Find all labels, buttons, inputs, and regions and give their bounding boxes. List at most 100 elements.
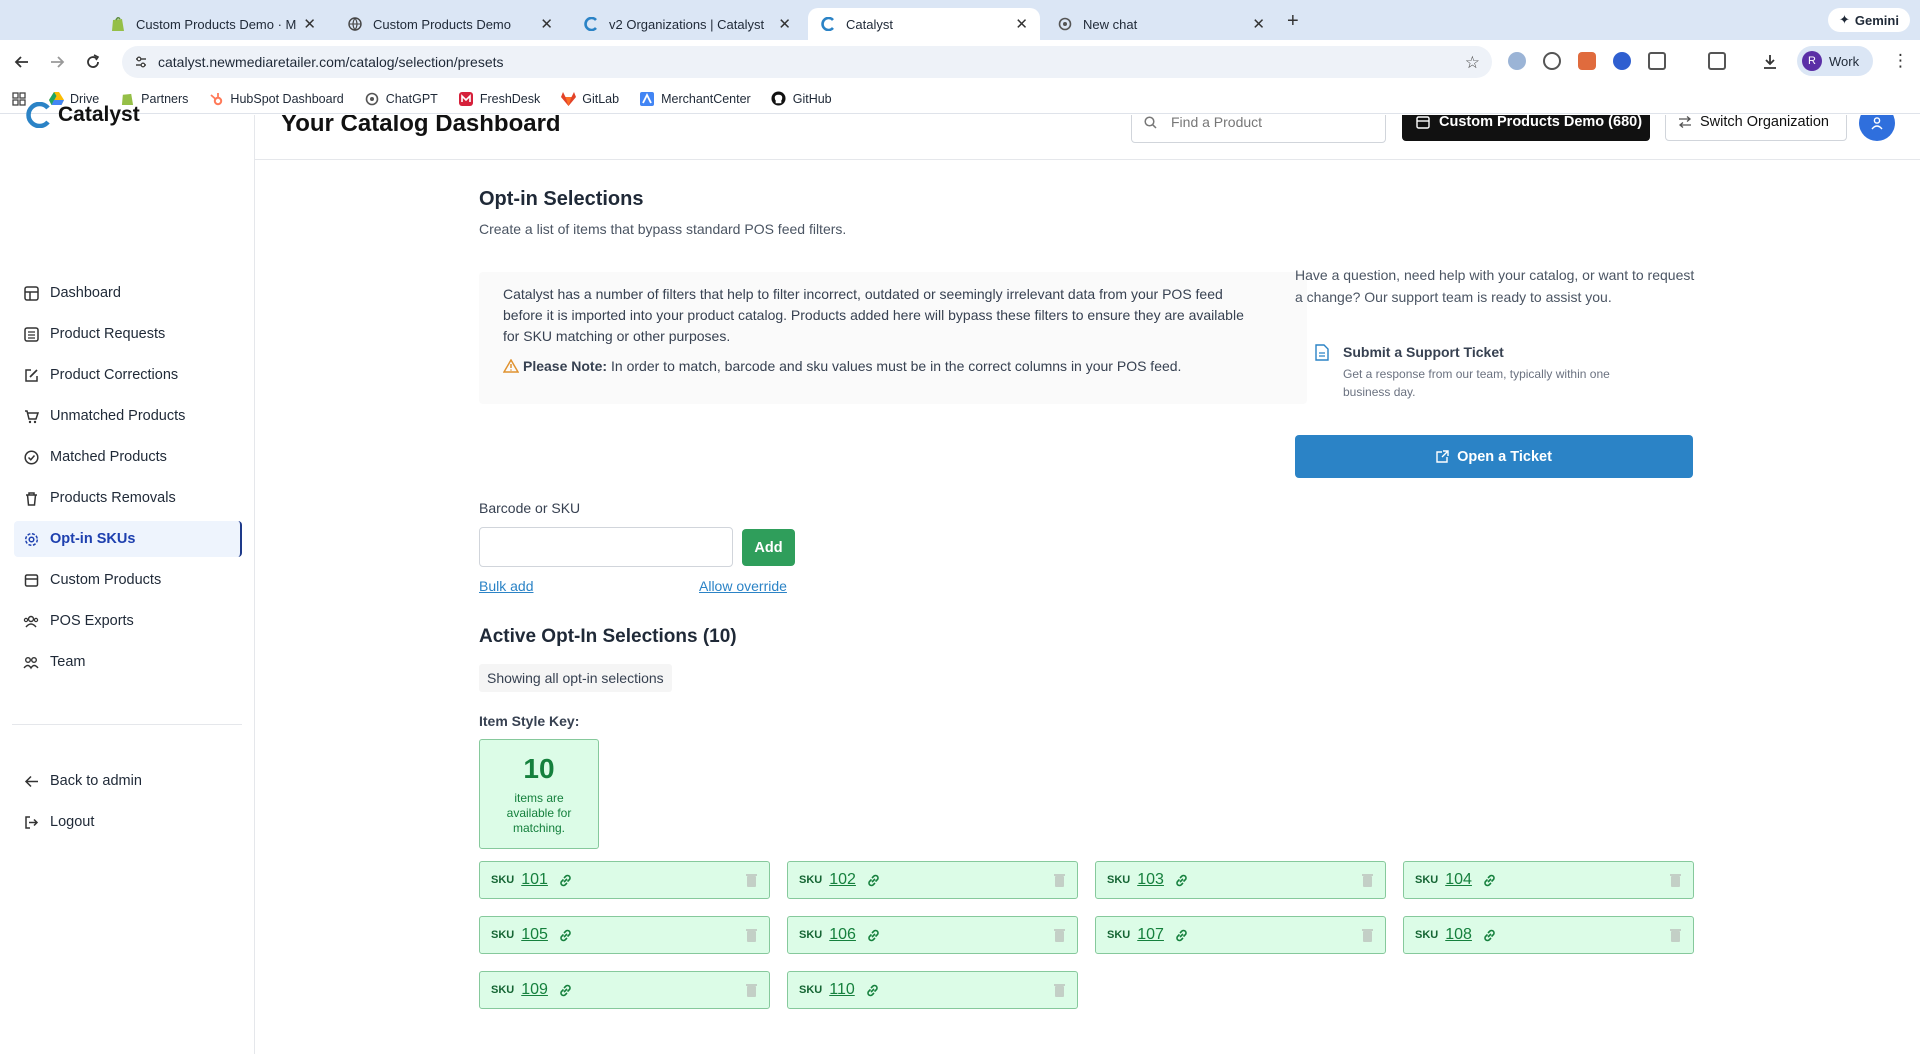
sku-link[interactable]: 106 (829, 926, 856, 944)
close-icon[interactable]: ✕ (1252, 15, 1265, 33)
extension-icon[interactable] (1578, 52, 1596, 70)
trash-icon[interactable] (1054, 873, 1065, 887)
site-settings-icon[interactable] (134, 55, 148, 69)
trash-icon[interactable] (746, 873, 757, 887)
back-to-admin-link[interactable]: Back to admin (14, 763, 242, 799)
bookmark-item[interactable]: ChatGPT (364, 91, 438, 107)
sidebar-item-products-removals[interactable]: Products Removals (14, 480, 242, 516)
sku-link[interactable]: 108 (1445, 926, 1472, 944)
logout-link[interactable]: Logout (14, 804, 242, 840)
sku-card: SKU 104 (1403, 861, 1694, 899)
sidebar-item-matched-products[interactable]: Matched Products (14, 439, 242, 475)
trash-icon[interactable] (1362, 873, 1373, 887)
sku-link[interactable]: 103 (1137, 871, 1164, 889)
trash-icon[interactable] (1054, 928, 1065, 942)
password-manager-icon[interactable] (1613, 52, 1631, 70)
app-logo[interactable]: Catalyst (26, 102, 140, 128)
link-icon[interactable] (558, 983, 573, 998)
open-ticket-button[interactable]: Open a Ticket (1295, 435, 1693, 478)
gemini-button[interactable]: ✦ Gemini (1828, 8, 1910, 32)
barcode-input[interactable] (479, 527, 733, 567)
sku-link[interactable]: 101 (521, 871, 548, 889)
close-icon[interactable]: ✕ (778, 15, 791, 33)
sidebar-item-team[interactable]: Team (14, 644, 242, 680)
filter-chip[interactable]: Showing all opt-in selections (479, 664, 672, 692)
close-icon[interactable]: ✕ (303, 15, 316, 33)
trash-icon[interactable] (746, 983, 757, 997)
link-icon[interactable] (1174, 873, 1189, 888)
forward-arrow-icon[interactable] (47, 52, 67, 72)
sidebar-item-product-corrections[interactable]: Product Corrections (14, 357, 242, 393)
product-search[interactable]: Find a Product (1131, 115, 1386, 143)
tab-search-icon[interactable] (1708, 52, 1726, 70)
download-icon[interactable] (1760, 52, 1780, 72)
address-bar[interactable]: catalyst.newmediaretailer.com/catalog/se… (122, 46, 1492, 78)
trash-icon[interactable] (746, 928, 757, 942)
sidebar-item-label: Team (50, 654, 86, 670)
sku-link[interactable]: 110 (829, 981, 855, 999)
trash-icon[interactable] (1054, 983, 1065, 997)
trash-icon[interactable] (1362, 928, 1373, 942)
sku-label: SKU (1415, 874, 1439, 886)
kebab-menu-icon[interactable]: ⋮ (1892, 51, 1909, 71)
allow-override-link[interactable]: Allow override (699, 578, 787, 594)
url-text[interactable]: catalyst.newmediaretailer.com/catalog/se… (158, 54, 504, 70)
bookmark-item[interactable]: MerchantCenter (639, 91, 751, 107)
browser-tab-active[interactable]: Catalyst ✕ (808, 8, 1040, 40)
bookmark-item[interactable]: GitLab (560, 91, 619, 107)
sidebar-item-custom-products[interactable]: Custom Products (14, 562, 242, 598)
sidebar-item-label: POS Exports (50, 613, 134, 629)
trash-icon[interactable] (1670, 873, 1681, 887)
add-button[interactable]: Add (742, 529, 795, 566)
back-arrow-icon[interactable] (12, 52, 32, 72)
sidebar-item-dashboard[interactable]: Dashboard (14, 275, 242, 311)
wordpress-icon[interactable] (1543, 52, 1561, 70)
support-ticket-card[interactable]: Submit a Support Ticket Get a response f… (1295, 330, 1690, 405)
puzzle-icon[interactable] (1648, 52, 1666, 70)
org-button-label: Custom Products Demo (680) (1439, 115, 1643, 130)
org-button[interactable]: Custom Products Demo (680) (1402, 115, 1650, 141)
gear-icon (23, 531, 39, 547)
sku-link[interactable]: 105 (521, 926, 548, 944)
sku-card: SKU 110 (787, 971, 1078, 1009)
browser-tab[interactable]: Custom Products Demo · Me ✕ (98, 8, 328, 40)
bookmark-star-icon[interactable]: ☆ (1465, 53, 1480, 73)
bookmark-item[interactable]: HubSpot Dashboard (208, 91, 344, 107)
browser-tab[interactable]: Custom Products Demo ✕ (335, 8, 565, 40)
bookmark-item[interactable]: FreshDesk (458, 91, 540, 107)
bulk-add-link[interactable]: Bulk add (479, 578, 533, 594)
sidebar-item-pos-exports[interactable]: POS Exports (14, 603, 242, 639)
browser-tab[interactable]: New chat ✕ (1045, 8, 1277, 40)
user-avatar[interactable] (1859, 115, 1895, 141)
link-icon[interactable] (1482, 873, 1497, 888)
close-icon[interactable]: ✕ (540, 15, 553, 33)
browser-tab[interactable]: v2 Organizations | Catalyst ✕ (571, 8, 803, 40)
link-icon[interactable] (1174, 928, 1189, 943)
link-icon[interactable] (1482, 928, 1497, 943)
profile-chip[interactable]: R Work (1797, 46, 1873, 76)
link-icon[interactable] (558, 873, 573, 888)
sku-label: SKU (1107, 929, 1131, 941)
sku-link[interactable]: 107 (1137, 926, 1164, 944)
sku-label: SKU (799, 874, 823, 886)
trash-icon[interactable] (1670, 928, 1681, 942)
extension-icon[interactable] (1508, 52, 1526, 70)
link-icon[interactable] (866, 873, 881, 888)
new-tab-button[interactable]: + (1287, 10, 1299, 33)
link-icon[interactable] (866, 928, 881, 943)
sidebar-item-product-requests[interactable]: Product Requests (14, 316, 242, 352)
reload-icon[interactable] (83, 52, 103, 72)
sidebar-item-opt-in-skus[interactable]: Opt-in SKUs (14, 521, 242, 557)
sku-card: SKU 101 (479, 861, 770, 899)
apps-grid-icon[interactable] (12, 91, 26, 106)
sku-link[interactable]: 104 (1445, 871, 1472, 889)
sku-link[interactable]: 102 (829, 871, 856, 889)
link-icon[interactable] (558, 928, 573, 943)
switch-organization-button[interactable]: Switch Organization (1665, 115, 1847, 141)
bookmark-item[interactable]: GitHub (771, 91, 832, 107)
app-header: Your Catalog Dashboard Find a Product Cu… (255, 115, 1920, 160)
sidebar-item-unmatched-products[interactable]: Unmatched Products (14, 398, 242, 434)
link-icon[interactable] (865, 983, 880, 998)
sku-link[interactable]: 109 (521, 981, 548, 999)
close-icon[interactable]: ✕ (1015, 15, 1028, 33)
